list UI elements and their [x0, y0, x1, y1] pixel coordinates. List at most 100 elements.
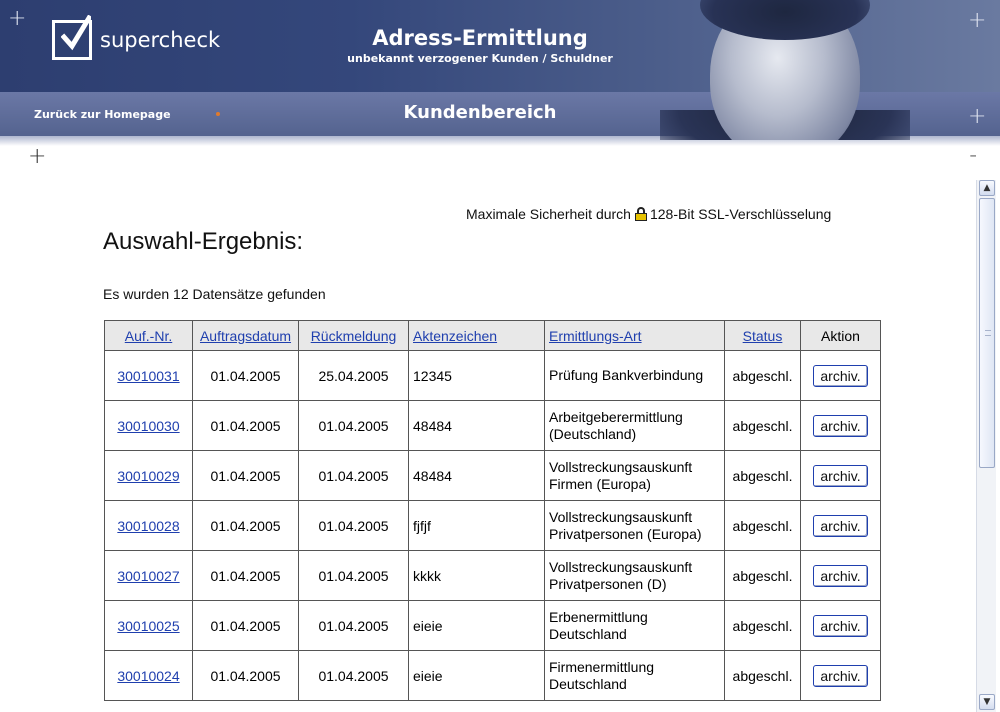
plus-icon: +: [968, 8, 987, 33]
plus-icon: +: [968, 146, 976, 168]
reply-date-cell: 01.04.2005: [298, 400, 409, 451]
archive-button[interactable]: archiv.: [813, 564, 868, 587]
file-reference-text: kkkk: [413, 567, 441, 584]
reply-date-text: 01.04.2005: [318, 667, 389, 684]
reply-date-text: 01.04.2005: [318, 617, 389, 634]
order-number-cell: 30010024: [104, 650, 193, 701]
arrow-up-icon[interactable]: ▲: [979, 180, 995, 196]
investigation-type-text: Erbenermittlung Deutschland: [549, 608, 648, 642]
investigation-type-cell: Vollstreckungsauskunft Firmen (Europa): [544, 450, 725, 501]
order-number-link[interactable]: 30010031: [117, 368, 179, 384]
results-table: Auf.-Nr. Auftragsdatum Rückmeldung Akten…: [104, 320, 881, 701]
ssl-notice: Maximale Sicherheit durch 128-Bit SSL-Ve…: [466, 206, 831, 222]
sort-reply-link[interactable]: Rückmeldung: [311, 328, 397, 344]
order-number-link[interactable]: 30010027: [117, 568, 179, 584]
investigation-type-text: Arbeitgeberermittlung (Deutschland): [549, 408, 683, 442]
investigation-type-text: Firmenermittlung Deutschland: [549, 658, 655, 692]
main-content: + + Maximale Sicherheit durch 128-Bit SS…: [0, 146, 976, 712]
table-row: 30010025 01.04.2005 01.04.2005 eieie Erbener…: [104, 600, 881, 651]
order-date-text: 01.04.2005: [210, 517, 281, 534]
order-date-cell: 01.04.2005: [192, 350, 299, 401]
action-cell: archiv.: [800, 600, 881, 651]
sort-ref-link[interactable]: Aktenzeichen: [413, 328, 497, 344]
back-to-homepage-link[interactable]: Zurück zur Homepage: [34, 108, 171, 121]
order-number-link[interactable]: 30010025: [117, 618, 179, 634]
column-header-nr[interactable]: Auf.-Nr.: [104, 320, 193, 351]
status-text: abgeschl.: [732, 517, 793, 534]
order-date-text: 01.04.2005: [210, 367, 281, 384]
column-header-reply[interactable]: Rückmeldung: [298, 320, 409, 351]
order-date-text: 01.04.2005: [210, 567, 281, 584]
order-number-link[interactable]: 30010029: [117, 468, 179, 484]
header-portrait-image: [620, 0, 950, 140]
reply-date-text: 01.04.2005: [318, 517, 389, 534]
status-text: abgeschl.: [732, 567, 793, 584]
ssl-prefix: Maximale Sicherheit durch: [466, 206, 631, 222]
file-reference-text: 48484: [413, 467, 452, 484]
order-number-link[interactable]: 30010028: [117, 518, 179, 534]
order-date-cell: 01.04.2005: [192, 650, 299, 701]
order-date-cell: 01.04.2005: [192, 400, 299, 451]
investigation-type-text: Vollstreckungsauskunft Firmen (Europa): [549, 458, 693, 492]
order-date-text: 01.04.2005: [210, 467, 281, 484]
status-text: abgeschl.: [732, 667, 793, 684]
archive-button[interactable]: archiv.: [813, 364, 868, 387]
table-row: 30010027 01.04.2005 01.04.2005 kkkk Vollstre…: [104, 550, 881, 601]
order-number-link[interactable]: 30010030: [117, 418, 179, 434]
reply-date-cell: 25.04.2005: [298, 350, 409, 401]
file-reference-cell: 48484: [408, 450, 545, 501]
reply-date-text: 01.04.2005: [318, 567, 389, 584]
sort-date-link[interactable]: Auftragsdatum: [200, 328, 291, 344]
reply-date-cell: 01.04.2005: [298, 550, 409, 601]
column-header-date[interactable]: Auftragsdatum: [192, 320, 299, 351]
supercheck-logo[interactable]: supercheck: [52, 15, 220, 62]
order-number-link[interactable]: 30010024: [117, 668, 179, 684]
ssl-suffix: 128-Bit SSL-Verschlüsselung: [649, 206, 832, 222]
status-text: abgeschl.: [732, 367, 793, 384]
column-header-ref[interactable]: Aktenzeichen: [408, 320, 545, 351]
table-header-row: Auf.-Nr. Auftragsdatum Rückmeldung Akten…: [104, 320, 881, 351]
status-cell: abgeschl.: [724, 550, 801, 601]
investigation-type-cell: Vollstreckungsauskunft Privatpersonen (D…: [544, 550, 725, 601]
file-reference-cell: fjfjf: [408, 500, 545, 551]
action-cell: archiv.: [800, 650, 881, 701]
file-reference-text: eieie: [413, 617, 443, 634]
reply-date-cell: 01.04.2005: [298, 500, 409, 551]
status-cell: abgeschl.: [724, 650, 801, 701]
investigation-type-cell: Firmenermittlung Deutschland: [544, 650, 725, 701]
archive-button[interactable]: archiv.: [813, 414, 868, 437]
archive-button[interactable]: archiv.: [813, 464, 868, 487]
order-date-cell: 01.04.2005: [192, 600, 299, 651]
investigation-type-text: Vollstreckungsauskunft Privatpersonen (D…: [549, 558, 693, 592]
status-text: abgeschl.: [732, 417, 793, 434]
reply-date-cell: 01.04.2005: [298, 650, 409, 701]
column-header-status[interactable]: Status: [724, 320, 801, 351]
sort-type-link[interactable]: Ermittlungs-Art: [549, 328, 642, 344]
archive-button[interactable]: archiv.: [813, 514, 868, 537]
investigation-type-cell: Arbeitgeberermittlung (Deutschland): [544, 400, 725, 451]
table-row: 30010028 01.04.2005 01.04.2005 fjfjf Vollstr…: [104, 500, 881, 551]
sort-nr-link[interactable]: Auf.-Nr.: [125, 328, 172, 344]
action-cell: archiv.: [800, 550, 881, 601]
nav-bullet: [216, 112, 220, 116]
order-date-text: 01.04.2005: [210, 417, 281, 434]
archive-button[interactable]: archiv.: [813, 664, 868, 687]
checkbox-check-icon: [52, 15, 92, 60]
file-reference-cell: eieie: [408, 650, 545, 701]
scrollbar-thumb[interactable]: [979, 198, 995, 468]
order-number-cell: 30010025: [104, 600, 193, 651]
archive-button[interactable]: archiv.: [813, 614, 868, 637]
sort-status-link[interactable]: Status: [743, 328, 783, 344]
page-title: Adress-Ermittlung: [372, 26, 588, 50]
page-header: + + + supercheck Adress-Ermittlung unbek…: [0, 0, 1000, 146]
page-subtitle: unbekannt verzogener Kunden / Schuldner: [347, 52, 613, 65]
action-cell: archiv.: [800, 450, 881, 501]
column-header-type[interactable]: Ermittlungs-Art: [544, 320, 725, 351]
file-reference-text: eieie: [413, 667, 443, 684]
arrow-down-icon[interactable]: ▼: [979, 694, 995, 710]
table-row: 30010031 01.04.2005 25.04.2005 12345 Prüfung…: [104, 350, 881, 401]
order-number-cell: 30010027: [104, 550, 193, 601]
investigation-type-cell: Vollstreckungsauskunft Privatpersonen (E…: [544, 500, 725, 551]
section-title: Kundenbereich: [403, 102, 557, 123]
vertical-scrollbar[interactable]: ▲ ▼: [976, 180, 996, 712]
